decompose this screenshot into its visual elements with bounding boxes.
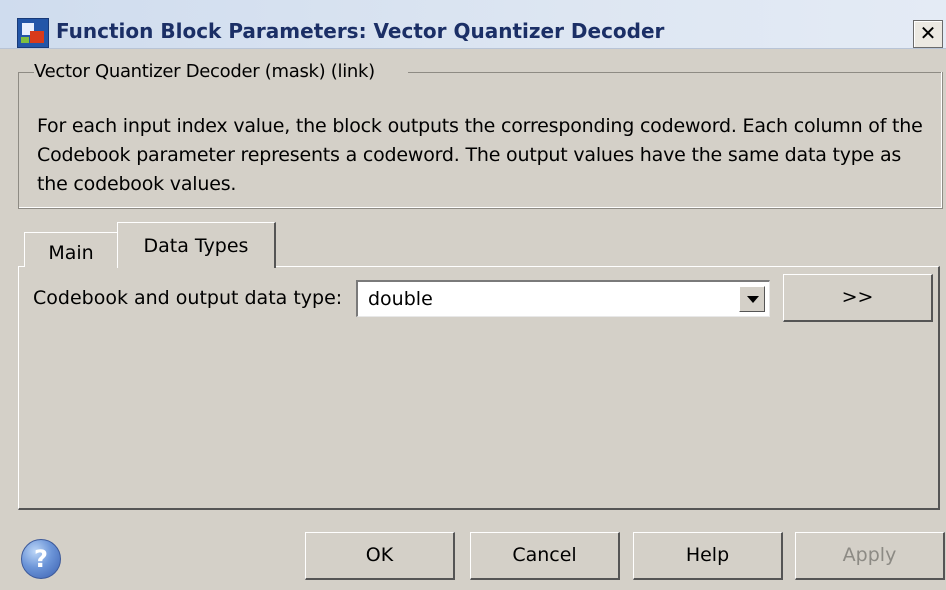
tab-main[interactable]: Main (24, 232, 118, 267)
codebook-data-type-value: double (368, 288, 433, 310)
apply-button[interactable]: Apply (795, 532, 945, 580)
block-description: For each input index value, the block ou… (37, 115, 923, 195)
cancel-button[interactable]: Cancel (470, 532, 620, 580)
window-title: Function Block Parameters: Vector Quanti… (56, 19, 665, 43)
close-icon[interactable]: ✕ (913, 20, 943, 48)
codebook-data-type-select[interactable]: double (356, 280, 770, 317)
help-icon[interactable]: ? (21, 539, 61, 579)
help-button[interactable]: Help (633, 532, 783, 580)
ok-button[interactable]: OK (305, 532, 455, 580)
chevron-down-icon[interactable] (739, 286, 765, 312)
data-type-assistant-button[interactable]: >> (783, 274, 933, 322)
tab-data-types[interactable]: Data Types (117, 222, 276, 268)
simulink-block-icon (17, 18, 49, 48)
codebook-data-type-label: Codebook and output data type: (33, 287, 343, 309)
title-bar: Function Block Parameters: Vector Quanti… (0, 0, 946, 49)
